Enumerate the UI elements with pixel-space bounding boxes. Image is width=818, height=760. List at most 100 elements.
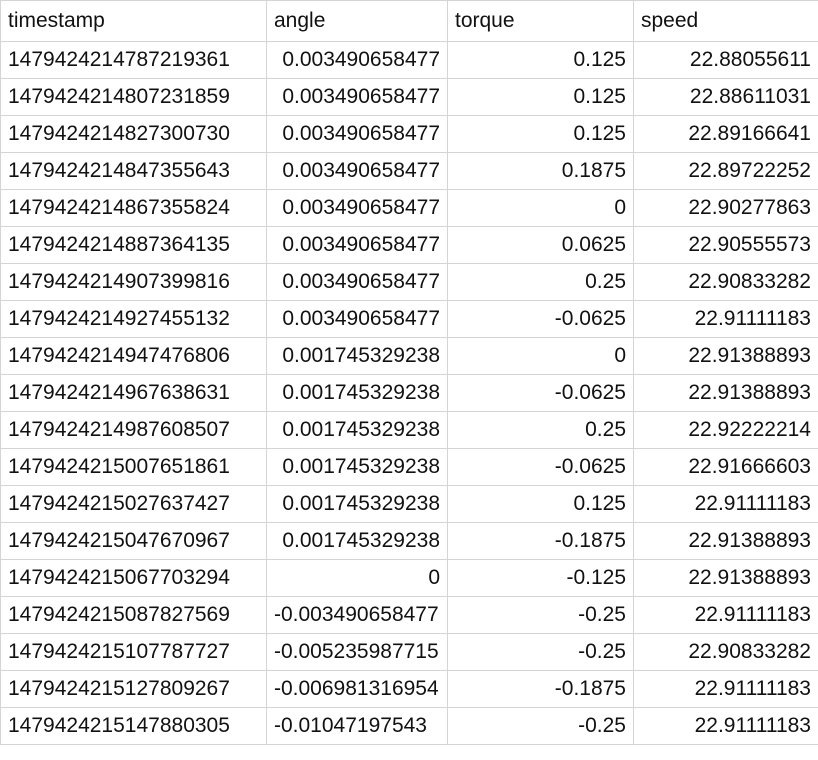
table-row: 1479424214827300730 0.003490658477 0.125 22… <box>0 115 818 153</box>
cell-timestamp[interactable]: 1479424214927455132 <box>0 300 267 338</box>
cell-speed[interactable]: 22.91388893 <box>633 522 818 560</box>
header-cell-timestamp[interactable]: timestamp <box>0 0 267 42</box>
cell-torque[interactable]: -0.125 <box>447 559 634 597</box>
cell-timestamp[interactable]: 1479424214807231859 <box>0 78 267 116</box>
cell-angle[interactable]: 0.003490658477 <box>266 189 448 227</box>
cell-timestamp[interactable]: 1479424215107787727 <box>0 633 267 671</box>
cell-timestamp[interactable]: 1479424214907399816 <box>0 263 267 301</box>
table-row: 1479424215107787727 -0.005235987715 -0.25 2… <box>0 633 818 671</box>
table-row: 1479424214947476806 0.001745329238 0 22.913… <box>0 337 818 375</box>
cell-angle[interactable]: 0.003490658477 <box>266 226 448 264</box>
cell-angle[interactable]: 0 <box>266 559 448 597</box>
cell-torque[interactable]: -0.1875 <box>447 522 634 560</box>
cell-angle[interactable]: 0.001745329238 <box>266 448 448 486</box>
cell-angle[interactable]: 0.003490658477 <box>266 78 448 116</box>
cell-speed[interactable]: 22.90277863 <box>633 189 818 227</box>
header-cell-angle[interactable]: angle <box>266 0 448 42</box>
table-row: 1479424214987608507 0.001745329238 0.25 22.… <box>0 411 818 449</box>
cell-torque[interactable]: 0 <box>447 337 634 375</box>
table-row: 1479424215067703294 0 -0.125 22.91388893 <box>0 559 818 597</box>
cell-torque[interactable]: -0.25 <box>447 596 634 634</box>
table-row: 1479424215087827569 -0.003490658477 -0.25 2… <box>0 596 818 634</box>
data-grid: timestamp angle torque speed 14794242147… <box>0 0 818 745</box>
cell-speed[interactable]: 22.91111183 <box>633 300 818 338</box>
cell-speed[interactable]: 22.90833282 <box>633 263 818 301</box>
cell-speed[interactable]: 22.91111183 <box>633 670 818 708</box>
cell-timestamp[interactable]: 1479424215087827569 <box>0 596 267 634</box>
cell-torque[interactable]: 0.125 <box>447 41 634 79</box>
cell-angle[interactable]: 0.001745329238 <box>266 337 448 375</box>
cell-angle[interactable]: 0.003490658477 <box>266 152 448 190</box>
cell-timestamp[interactable]: 1479424215127809267 <box>0 670 267 708</box>
cell-torque[interactable]: 0.125 <box>447 115 634 153</box>
cell-torque[interactable]: 0.25 <box>447 411 634 449</box>
cell-timestamp[interactable]: 1479424215007651861 <box>0 448 267 486</box>
cell-angle[interactable]: 0.003490658477 <box>266 115 448 153</box>
cell-speed[interactable]: 22.88055611 <box>633 41 818 79</box>
cell-speed[interactable]: 22.89722252 <box>633 152 818 190</box>
cell-torque[interactable]: 0.1875 <box>447 152 634 190</box>
cell-angle[interactable]: 0.001745329238 <box>266 485 448 523</box>
cell-speed[interactable]: 22.91111183 <box>633 596 818 634</box>
cell-speed[interactable]: 22.91666603 <box>633 448 818 486</box>
header-cell-speed[interactable]: speed <box>633 0 818 42</box>
table-row: 1479424214907399816 0.003490658477 0.25 22.… <box>0 263 818 301</box>
cell-speed[interactable]: 22.90555573 <box>633 226 818 264</box>
cell-timestamp[interactable]: 1479424214987608507 <box>0 411 267 449</box>
cell-timestamp[interactable]: 1479424214847355643 <box>0 152 267 190</box>
table-row: 1479424215027637427 0.001745329238 0.125 22… <box>0 485 818 523</box>
table-row: 1479424215127809267 -0.006981316954 -0.187… <box>0 670 818 708</box>
cell-angle[interactable]: 0.001745329238 <box>266 522 448 560</box>
cell-torque[interactable]: 0.25 <box>447 263 634 301</box>
cell-speed[interactable]: 22.91388893 <box>633 559 818 597</box>
cell-speed[interactable]: 22.92222214 <box>633 411 818 449</box>
spreadsheet-view: timestamp angle torque speed 14794242147… <box>0 0 818 760</box>
table-row: 1479424214807231859 0.003490658477 0.125 22… <box>0 78 818 116</box>
cell-angle[interactable]: -0.003490658477 <box>266 596 448 634</box>
cell-speed[interactable]: 22.89166641 <box>633 115 818 153</box>
cell-speed[interactable]: 22.91111183 <box>633 485 818 523</box>
cell-torque[interactable]: -0.25 <box>447 707 634 745</box>
cell-timestamp[interactable]: 1479424214867355824 <box>0 189 267 227</box>
cell-timestamp[interactable]: 1479424214787219361 <box>0 41 267 79</box>
cell-angle[interactable]: 0.003490658477 <box>266 300 448 338</box>
cell-angle[interactable]: -0.005235987715 <box>266 633 448 671</box>
cell-torque[interactable]: -0.0625 <box>447 374 634 412</box>
cell-angle[interactable]: 0.001745329238 <box>266 374 448 412</box>
table-row: 1479424215047670967 0.001745329238 -0.1875… <box>0 522 818 560</box>
table-row: 1479424214927455132 0.003490658477 -0.0625… <box>0 300 818 338</box>
cell-torque[interactable]: 0.0625 <box>447 226 634 264</box>
cell-torque[interactable]: 0.125 <box>447 485 634 523</box>
cell-speed[interactable]: 22.88611031 <box>633 78 818 116</box>
cell-angle[interactable]: 0.001745329238 <box>266 411 448 449</box>
header-cell-torque[interactable]: torque <box>447 0 634 42</box>
cell-angle[interactable]: 0.003490658477 <box>266 263 448 301</box>
cell-speed[interactable]: 22.91388893 <box>633 374 818 412</box>
cell-timestamp[interactable]: 1479424214887364135 <box>0 226 267 264</box>
cell-angle[interactable]: -0.01047197543 <box>266 707 448 745</box>
cell-speed[interactable]: 22.91111183 <box>633 707 818 745</box>
cell-timestamp[interactable]: 1479424214827300730 <box>0 115 267 153</box>
cell-torque[interactable]: -0.0625 <box>447 448 634 486</box>
cell-torque[interactable]: -0.25 <box>447 633 634 671</box>
cell-timestamp[interactable]: 1479424215147880305 <box>0 707 267 745</box>
cell-angle[interactable]: 0.003490658477 <box>266 41 448 79</box>
cell-angle[interactable]: -0.006981316954 <box>266 670 448 708</box>
cell-torque[interactable]: 0.125 <box>447 78 634 116</box>
cell-timestamp[interactable]: 1479424215067703294 <box>0 559 267 597</box>
cell-torque[interactable]: -0.1875 <box>447 670 634 708</box>
table-row: 1479424214887364135 0.003490658477 0.0625 2… <box>0 226 818 264</box>
cell-timestamp[interactable]: 1479424215047670967 <box>0 522 267 560</box>
cell-speed[interactable]: 22.91388893 <box>633 337 818 375</box>
grid-body: timestamp angle torque speed 14794242147… <box>0 0 818 745</box>
cell-speed[interactable]: 22.90833282 <box>633 633 818 671</box>
cell-torque[interactable]: 0 <box>447 189 634 227</box>
table-row: 1479424214787219361 0.003490658477 0.125 22… <box>0 41 818 79</box>
cell-timestamp[interactable]: 1479424214967638631 <box>0 374 267 412</box>
header-row: timestamp angle torque speed <box>0 0 818 42</box>
cell-timestamp[interactable]: 1479424215027637427 <box>0 485 267 523</box>
table-row: 1479424214967638631 0.001745329238 -0.0625… <box>0 374 818 412</box>
table-row: 1479424215147880305 -0.01047197543 -0.25 22… <box>0 707 818 745</box>
cell-timestamp[interactable]: 1479424214947476806 <box>0 337 267 375</box>
cell-torque[interactable]: -0.0625 <box>447 300 634 338</box>
